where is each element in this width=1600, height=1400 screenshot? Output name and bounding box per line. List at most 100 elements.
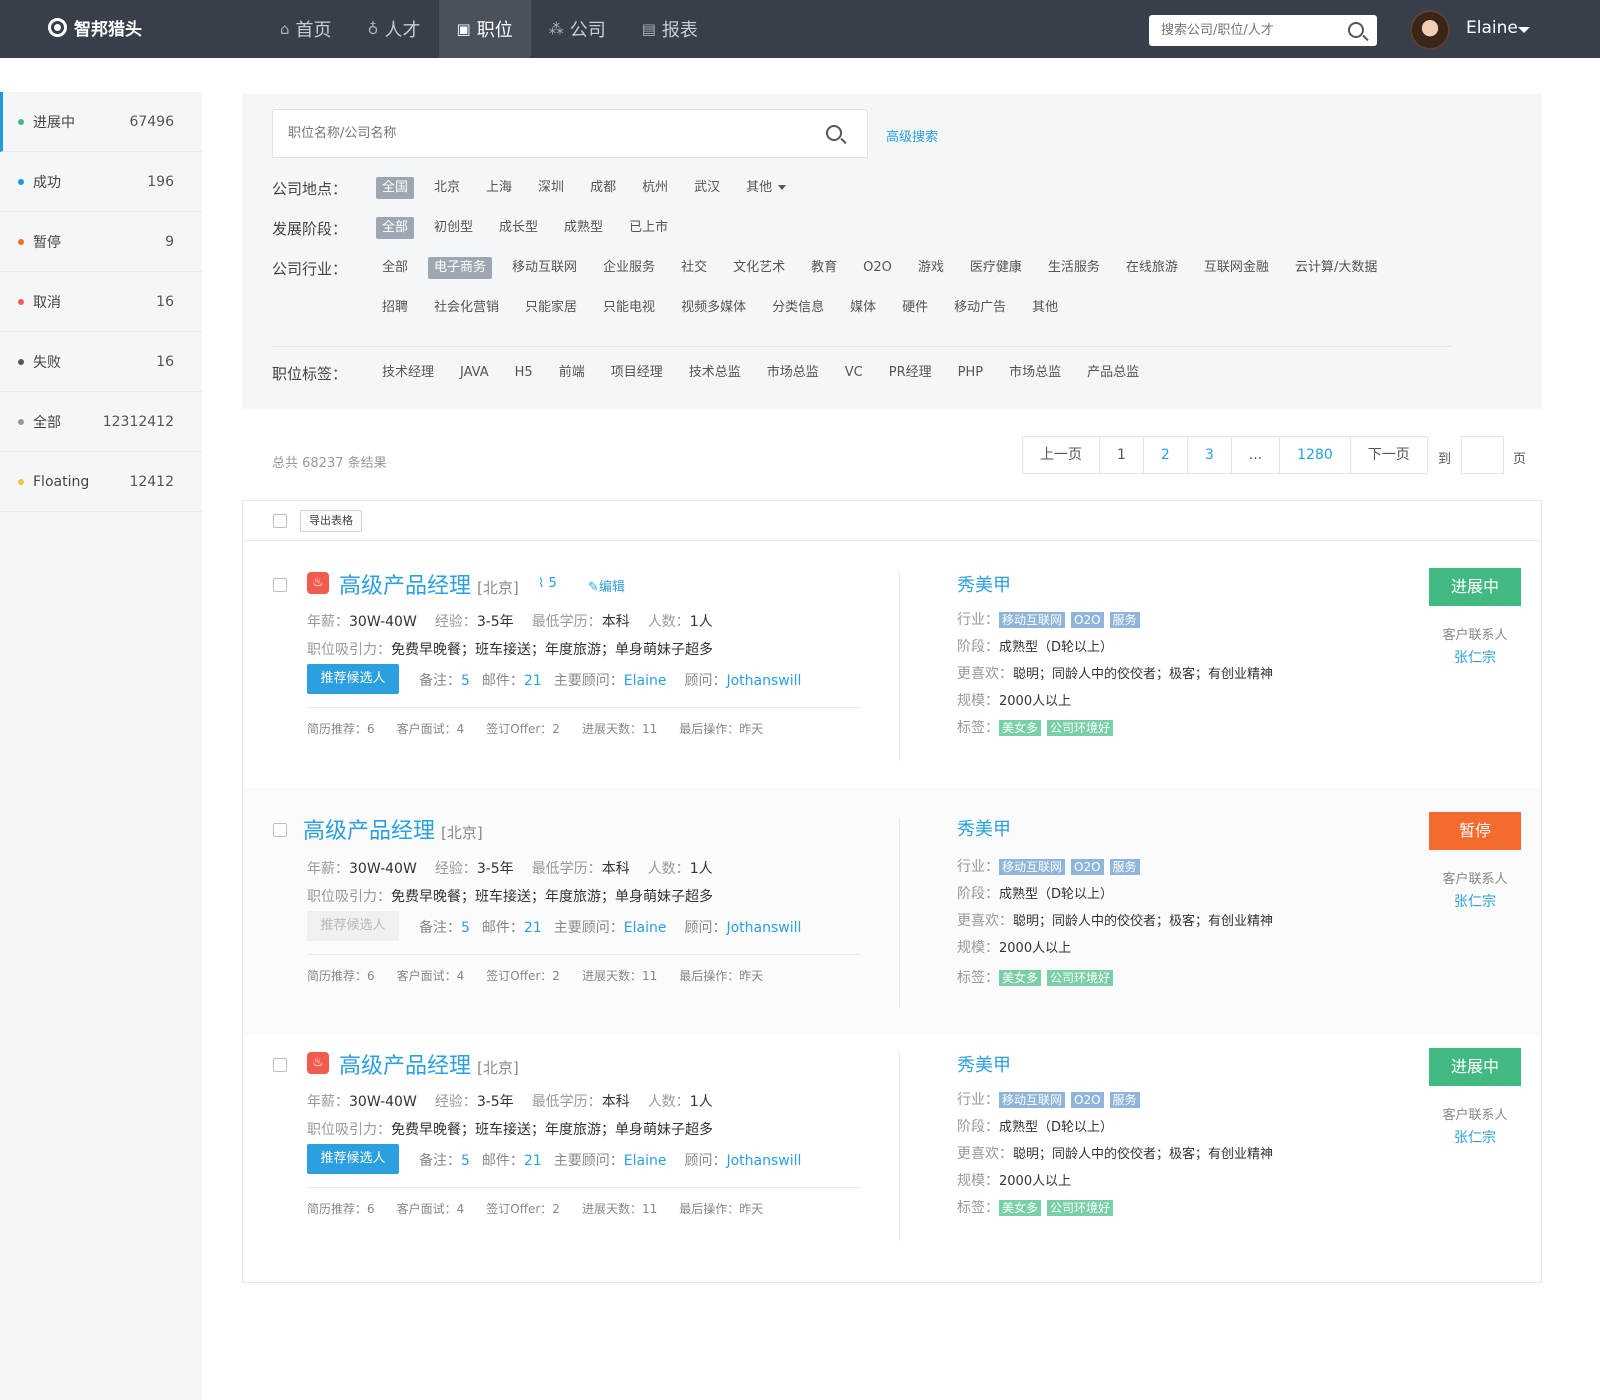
status-badge[interactable]: 暂停 <box>1429 812 1521 850</box>
contact-person[interactable]: 张仁宗 <box>1403 891 1547 911</box>
recommend-candidate-button[interactable]: 推荐候选人 <box>307 664 399 694</box>
attachment-link[interactable]: ⌇ 5 <box>538 576 557 591</box>
nav-jobs[interactable]: ▣ 职位 <box>438 0 531 58</box>
filter-option-industry[interactable]: 其他 <box>1026 297 1064 319</box>
filter-option-industry[interactable]: O2O <box>857 257 898 279</box>
meta-value[interactable]: 21 <box>524 920 542 936</box>
select-all-checkbox[interactable] <box>273 513 287 528</box>
filter-option-industry[interactable]: 互联网金融 <box>1198 257 1275 279</box>
filter-option-location[interactable]: 杭州 <box>636 177 674 199</box>
sidebar-item[interactable]: 全部 12312412 <box>0 392 202 452</box>
status-badge[interactable]: 进展中 <box>1429 1048 1521 1086</box>
sidebar-item[interactable]: 成功 196 <box>0 152 202 212</box>
filter-option-location[interactable]: 成都 <box>584 177 622 199</box>
prev-page-button[interactable]: 上一页 <box>1023 437 1100 473</box>
user-name[interactable]: Elaine <box>1466 18 1518 38</box>
page-number[interactable]: 1280 <box>1280 437 1351 473</box>
filter-option-industry[interactable]: 文化艺术 <box>727 257 791 279</box>
job-checkbox[interactable] <box>273 578 287 592</box>
filter-option-industry[interactable]: 生活服务 <box>1042 257 1106 279</box>
filter-option-stage[interactable]: 成熟型 <box>558 217 609 239</box>
global-search-input[interactable] <box>1149 15 1329 46</box>
sidebar-item[interactable]: 进展中 67496 <box>0 92 202 152</box>
filter-option-industry[interactable]: 电子商务 <box>428 257 493 279</box>
filter-option-tag[interactable]: JAVA <box>454 362 495 384</box>
filter-location-more[interactable]: 其他 <box>740 177 792 199</box>
filter-option-industry[interactable]: 社交 <box>675 257 713 279</box>
filter-option-industry[interactable]: 媒体 <box>844 297 882 319</box>
filter-option-tag[interactable]: 前端 <box>553 362 591 384</box>
meta-value[interactable]: Jothanswill <box>726 920 801 936</box>
filter-option-industry[interactable]: 分类信息 <box>766 297 830 319</box>
job-title[interactable]: 高级产品经理 [北京] <box>339 568 519 600</box>
advanced-search-link[interactable]: 高级搜索 <box>886 126 938 145</box>
filter-option-tag[interactable]: 市场总监 <box>761 362 825 384</box>
filter-option-industry[interactable]: 招聘 <box>376 297 414 319</box>
meta-value[interactable]: 21 <box>524 673 542 689</box>
company-name[interactable]: 秀美甲 <box>957 815 1011 841</box>
filter-option-industry[interactable]: 移动互联网 <box>506 257 583 279</box>
filter-option-industry[interactable]: 只能电视 <box>597 297 661 319</box>
sidebar-item[interactable]: 取消 16 <box>0 272 202 332</box>
filter-option-tag[interactable]: PR经理 <box>883 362 938 384</box>
filter-option-industry[interactable]: 游戏 <box>912 257 950 279</box>
job-title[interactable]: 高级产品经理 [北京] <box>339 1048 519 1080</box>
filter-option-industry[interactable]: 云计算/大数据 <box>1289 257 1383 279</box>
page-number[interactable]: 2 <box>1144 437 1188 473</box>
meta-value[interactable]: 5 <box>461 1153 470 1169</box>
app-logo[interactable]: 智邦猎头 <box>48 15 142 40</box>
filter-option-tag[interactable]: VC <box>839 362 869 384</box>
sidebar-item[interactable]: 暂停 9 <box>0 212 202 272</box>
edit-link[interactable]: ✎编辑 <box>588 576 625 595</box>
filter-option-industry[interactable]: 视频多媒体 <box>675 297 752 319</box>
meta-value[interactable]: Jothanswill <box>726 1153 801 1169</box>
job-search-input[interactable] <box>273 110 793 157</box>
filter-option-location[interactable]: 深圳 <box>532 177 570 199</box>
page-number[interactable]: 3 <box>1188 437 1232 473</box>
recommend-candidate-button[interactable]: 推荐候选人 <box>307 1144 399 1174</box>
meta-value[interactable]: 21 <box>524 1153 542 1169</box>
filter-option-industry[interactable]: 全部 <box>376 257 414 279</box>
nav-company[interactable]: ⁂ 公司 <box>531 0 624 58</box>
filter-option-tag[interactable]: 技术经理 <box>376 362 440 384</box>
contact-person[interactable]: 张仁宗 <box>1403 647 1547 667</box>
filter-option-location[interactable]: 北京 <box>428 177 466 199</box>
nav-home[interactable]: ⌂ 首页 <box>262 0 350 58</box>
chevron-down-icon[interactable] <box>1518 27 1530 33</box>
job-checkbox[interactable] <box>273 1058 287 1072</box>
filter-option-location[interactable]: 全国 <box>376 177 415 199</box>
sidebar-item[interactable]: Floating 12412 <box>0 452 202 512</box>
meta-value[interactable]: Elaine <box>624 920 667 936</box>
nav-talent[interactable]: ♁ 人才 <box>350 0 439 58</box>
filter-option-industry[interactable]: 医疗健康 <box>964 257 1028 279</box>
filter-option-tag[interactable]: PHP <box>952 362 989 384</box>
job-title[interactable]: 高级产品经理 [北京] <box>303 813 483 845</box>
filter-option-industry[interactable]: 硬件 <box>896 297 934 319</box>
filter-option-industry[interactable]: 移动广告 <box>948 297 1012 319</box>
recommend-candidate-button[interactable]: 推荐候选人 <box>307 911 399 941</box>
avatar[interactable] <box>1410 10 1450 50</box>
goto-page-input[interactable] <box>1461 436 1504 474</box>
filter-option-location[interactable]: 武汉 <box>688 177 726 199</box>
next-page-button[interactable]: 下一页 <box>1351 437 1427 473</box>
search-icon[interactable] <box>826 125 842 141</box>
meta-value[interactable]: Elaine <box>624 673 667 689</box>
company-name[interactable]: 秀美甲 <box>957 571 1011 597</box>
meta-value[interactable]: Jothanswill <box>726 673 801 689</box>
meta-value[interactable]: 5 <box>461 673 470 689</box>
filter-option-tag[interactable]: 产品总监 <box>1081 362 1145 384</box>
filter-option-industry[interactable]: 教育 <box>805 257 843 279</box>
filter-option-tag[interactable]: 技术总监 <box>683 362 747 384</box>
company-name[interactable]: 秀美甲 <box>957 1051 1011 1077</box>
nav-report[interactable]: ▤ 报表 <box>624 0 716 58</box>
filter-option-industry[interactable]: 企业服务 <box>597 257 661 279</box>
sidebar-item[interactable]: 失败 16 <box>0 332 202 392</box>
meta-value[interactable]: Elaine <box>624 1153 667 1169</box>
job-checkbox[interactable] <box>273 823 287 837</box>
filter-option-industry[interactable]: 社会化营销 <box>428 297 505 319</box>
filter-option-stage[interactable]: 全部 <box>376 217 415 239</box>
meta-value[interactable]: 5 <box>461 920 470 936</box>
filter-option-stage[interactable]: 成长型 <box>493 217 544 239</box>
contact-person[interactable]: 张仁宗 <box>1403 1127 1547 1147</box>
status-badge[interactable]: 进展中 <box>1429 568 1521 606</box>
